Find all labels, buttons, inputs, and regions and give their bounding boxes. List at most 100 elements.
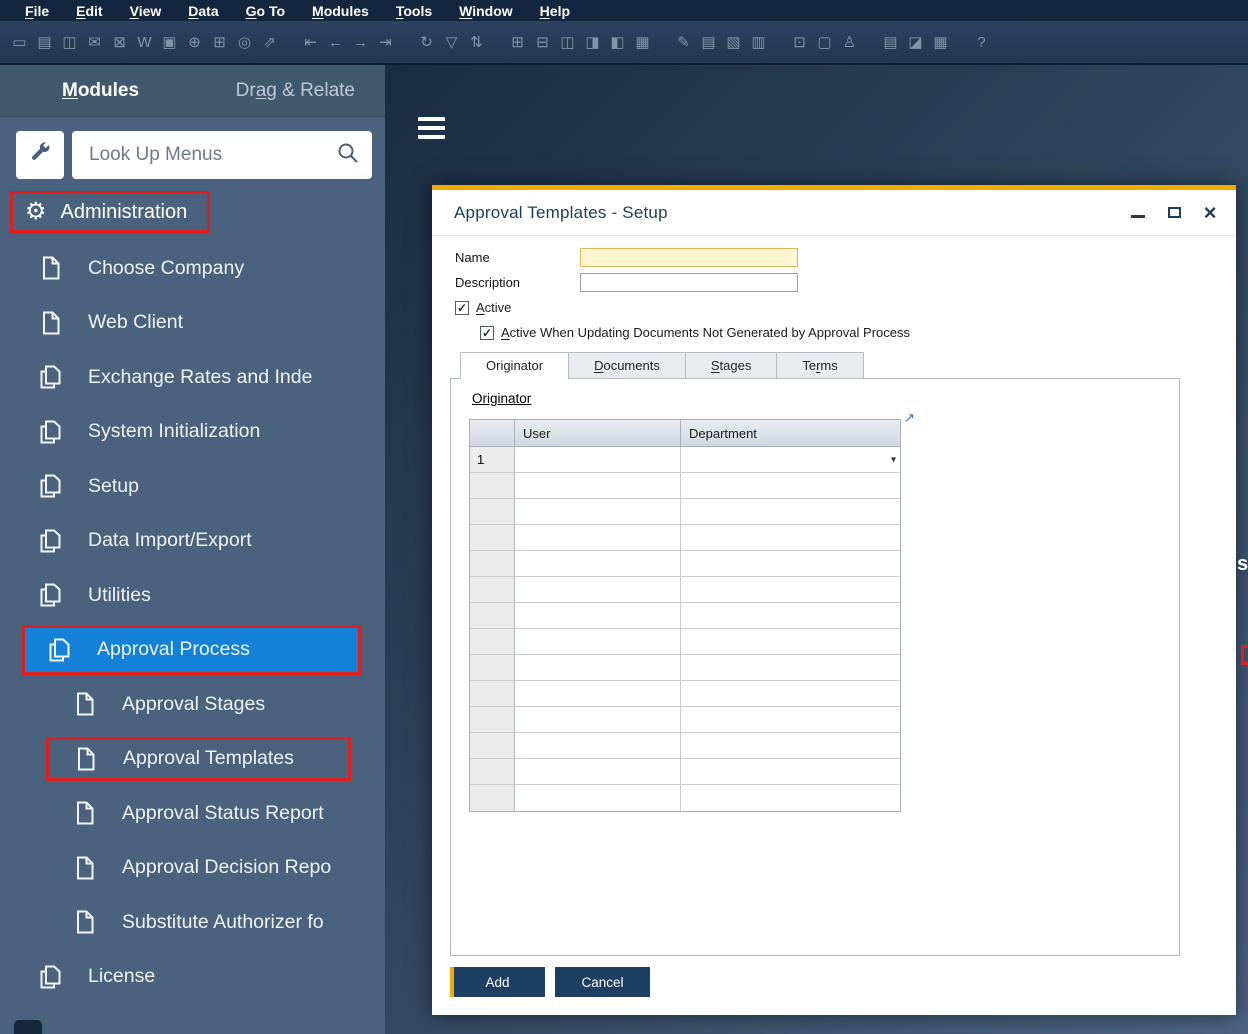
sidebar-item-approval-stages[interactable]: Approval Stages: [0, 677, 385, 732]
first-record-icon[interactable]: ⇤: [299, 29, 322, 55]
user-cell[interactable]: [515, 577, 681, 602]
user-cell[interactable]: [515, 681, 681, 706]
sidebar-item-utilities[interactable]: Utilities: [0, 568, 385, 623]
sidebar-tab-modules[interactable]: Modules: [62, 80, 139, 102]
department-cell[interactable]: [681, 551, 900, 576]
document-icon[interactable]: ▧: [722, 29, 745, 55]
menu-file[interactable]: File: [25, 3, 49, 19]
sidebar-item-approval-decision-repo[interactable]: Approval Decision Repo: [0, 841, 385, 896]
user-cell[interactable]: [515, 499, 681, 524]
menu-help[interactable]: Help: [540, 3, 570, 19]
user-cell[interactable]: [515, 525, 681, 550]
sidebar-item-approval-templates[interactable]: Approval Templates: [0, 732, 385, 787]
tab-terms[interactable]: Terms: [776, 352, 863, 379]
department-cell[interactable]: [681, 681, 900, 706]
sidebar-item-data-import-export[interactable]: Data Import/Export: [0, 514, 385, 569]
user-cell[interactable]: [515, 785, 681, 811]
department-cell[interactable]: [681, 499, 900, 524]
last-record-icon[interactable]: ⇥: [374, 29, 397, 55]
minimize-button[interactable]: [1126, 201, 1150, 225]
search-input[interactable]: [89, 144, 336, 166]
sidebar-item-substitute-authorizer-fo[interactable]: Substitute Authorizer fo: [0, 895, 385, 950]
report-icon[interactable]: ▤: [879, 29, 902, 55]
name-input[interactable]: [580, 248, 798, 267]
sort-icon[interactable]: ⇅: [465, 29, 488, 55]
layout-designer-icon[interactable]: ▦: [929, 29, 952, 55]
department-cell[interactable]: [681, 707, 900, 732]
duplicate-icon[interactable]: ◫: [556, 29, 579, 55]
menu-modules[interactable]: Modules: [312, 3, 369, 19]
table-icon[interactable]: ⊞: [208, 29, 231, 55]
checkbox-active-when[interactable]: ✓: [480, 326, 494, 340]
user-cell[interactable]: [515, 655, 681, 680]
department-cell[interactable]: [681, 785, 900, 811]
cancel-button[interactable]: Cancel: [555, 967, 650, 997]
print-icon[interactable]: ▤: [33, 29, 56, 55]
search-icon[interactable]: [336, 141, 360, 170]
menu-tools[interactable]: Tools: [396, 3, 432, 19]
go-to-icon[interactable]: ⇗: [258, 29, 281, 55]
search-box[interactable]: [72, 131, 372, 179]
move-form-icon[interactable]: ⊕: [183, 29, 206, 55]
remove-row-icon[interactable]: ⊟: [531, 29, 554, 55]
menu-window[interactable]: Window: [459, 3, 513, 19]
menu-view[interactable]: View: [130, 3, 162, 19]
split-view-icon[interactable]: ◨: [581, 29, 604, 55]
department-cell[interactable]: [681, 733, 900, 758]
tab-originator[interactable]: Originator: [460, 352, 568, 379]
maximize-button[interactable]: [1162, 201, 1186, 225]
sidebar-item-web-client[interactable]: Web Client: [0, 296, 385, 351]
sidebar-item-approval-status-report[interactable]: Approval Status Report: [0, 786, 385, 841]
department-cell[interactable]: [681, 525, 900, 550]
description-input[interactable]: [580, 273, 798, 292]
sidebar-tab-drag-relate[interactable]: Drag & Relate: [236, 80, 355, 102]
user-column-header[interactable]: User: [515, 420, 681, 446]
sidebar-item-choose-company[interactable]: Choose Company: [0, 241, 385, 296]
chart-icon[interactable]: ◪: [904, 29, 927, 55]
menu-go-to[interactable]: Go To: [246, 3, 285, 19]
previous-record-icon[interactable]: ←: [324, 29, 347, 55]
refresh-icon[interactable]: ↻: [415, 29, 438, 55]
link-arrow-icon[interactable]: ↗: [904, 410, 915, 426]
menu-edit[interactable]: Edit: [76, 3, 102, 19]
query-icon[interactable]: ⊡: [788, 29, 811, 55]
export-pdf-icon[interactable]: ▣: [158, 29, 181, 55]
user-cell[interactable]: [515, 629, 681, 654]
sidebar-item-system-initialization[interactable]: System Initialization: [0, 405, 385, 460]
export-word-icon[interactable]: W: [133, 29, 156, 55]
department-cell[interactable]: [681, 473, 900, 498]
sidebar-item-exchange-rates-and-inde[interactable]: Exchange Rates and Inde: [0, 350, 385, 405]
user-cell[interactable]: [515, 447, 681, 472]
form-settings-icon[interactable]: ▤: [697, 29, 720, 55]
export-excel-icon[interactable]: ⊠: [108, 29, 131, 55]
user-cell[interactable]: [515, 759, 681, 784]
add-row-icon[interactable]: ⊞: [506, 29, 529, 55]
window-titlebar[interactable]: Approval Templates - Setup ×: [432, 190, 1236, 236]
email-icon[interactable]: ✉: [83, 29, 106, 55]
menu-data[interactable]: Data: [188, 3, 218, 19]
menu-settings-button[interactable]: [16, 131, 64, 179]
hamburger-menu-icon[interactable]: [418, 117, 445, 139]
sidebar-item-administration[interactable]: ⚙ Administration: [10, 191, 210, 233]
next-record-icon[interactable]: →: [349, 29, 372, 55]
sidebar-item-license[interactable]: License: [0, 950, 385, 1005]
department-cell[interactable]: [681, 629, 900, 654]
department-cell[interactable]: ▾: [681, 447, 900, 472]
journal-icon[interactable]: ▥: [747, 29, 770, 55]
filter-icon[interactable]: ▽: [440, 29, 463, 55]
close-button[interactable]: ×: [1198, 201, 1222, 225]
edit-icon[interactable]: ✎: [672, 29, 695, 55]
department-cell[interactable]: [681, 577, 900, 602]
find-icon[interactable]: ◎: [233, 29, 256, 55]
sidebar-item-approval-process[interactable]: Approval Process: [0, 623, 385, 678]
add-button[interactable]: Add: [450, 967, 545, 997]
blank-form-icon[interactable]: ▢: [813, 29, 836, 55]
department-cell[interactable]: [681, 759, 900, 784]
department-column-header[interactable]: Department: [681, 420, 900, 446]
user-icon[interactable]: ♙: [838, 29, 861, 55]
print-preview-icon[interactable]: ◫: [58, 29, 81, 55]
department-cell[interactable]: [681, 603, 900, 628]
sidebar-item-setup[interactable]: Setup: [0, 459, 385, 514]
new-form-icon[interactable]: ▭: [8, 29, 31, 55]
tile-icon[interactable]: ▦: [631, 29, 654, 55]
